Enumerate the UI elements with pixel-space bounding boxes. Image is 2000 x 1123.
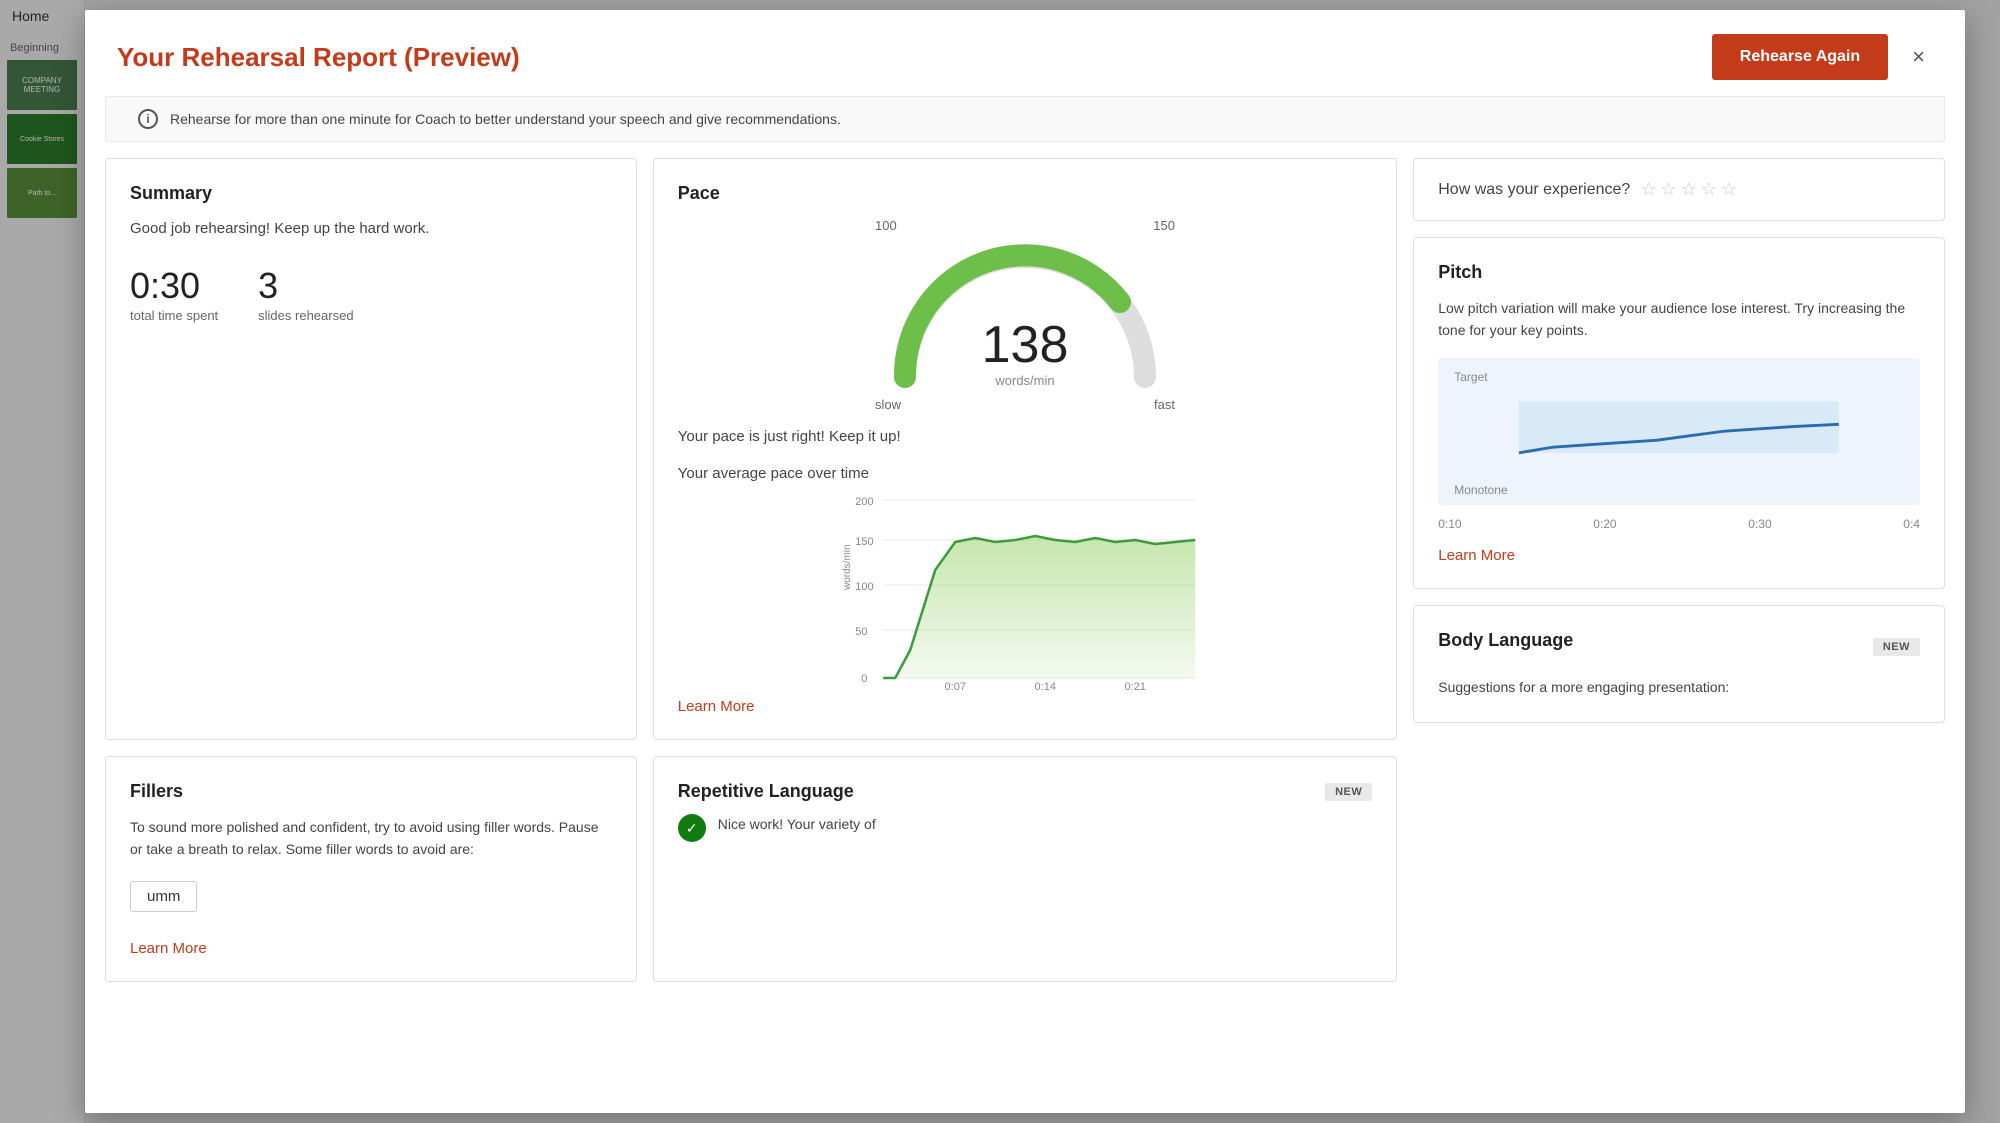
svg-text:words/min: words/min (842, 544, 853, 591)
bottom-row: Fillers To sound more polished and confi… (105, 756, 1945, 982)
repetitive-language-card: Repetitive Language NEW ✓ Nice work! You… (653, 756, 1397, 982)
modal-body[interactable]: Summary Good job rehearsing! Keep up the… (85, 158, 1965, 1113)
gauge-svg: 138 words/min (875, 237, 1175, 397)
slides-count-label: slides rehearsed (258, 308, 353, 323)
pitch-learn-more[interactable]: Learn More (1438, 547, 1920, 564)
gauge-150-label: 150 (1153, 218, 1175, 233)
svg-text:150: 150 (855, 536, 873, 548)
pace-learn-more[interactable]: Learn More (678, 698, 1372, 715)
pace-fast-label: fast (1154, 397, 1175, 412)
info-bar: i Rehearse for more than one minute for … (105, 96, 1945, 142)
pace-card: Pace 100 150 138 (653, 158, 1397, 740)
svg-text:0: 0 (861, 673, 867, 685)
body-language-title: Body Language (1438, 630, 1573, 651)
pitch-time-030: 0:30 (1748, 517, 1771, 531)
pitch-chart-container: Target Monotone (1438, 358, 1920, 505)
summary-card: Summary Good job rehearsing! Keep up the… (105, 158, 637, 740)
fillers-card: Fillers To sound more polished and confi… (105, 756, 637, 982)
check-icon: ✓ (678, 814, 706, 842)
gauge-100-label: 100 (875, 218, 897, 233)
pace-bottom-labels: slow fast (875, 397, 1175, 412)
gauge-wrap: 138 words/min (875, 237, 1175, 397)
right-col: How was your experience? ☆ ☆ ☆ ☆ ☆ Pitch… (1413, 158, 1945, 740)
svg-text:50: 50 (855, 626, 867, 638)
body-language-new-badge: NEW (1873, 638, 1920, 656)
experience-question: How was your experience? ☆ ☆ ☆ ☆ ☆ (1438, 179, 1920, 200)
pitch-time-020: 0:20 (1593, 517, 1616, 531)
pitch-target-label: Target (1454, 370, 1904, 384)
pitch-title: Pitch (1438, 262, 1920, 283)
svg-text:0:07: 0:07 (944, 681, 965, 690)
total-time-value: 0:30 (130, 265, 218, 307)
repetitive-content: ✓ Nice work! Your variety of (678, 814, 1372, 842)
pace-chart-svg: 200 150 100 50 0 words/min (678, 490, 1372, 690)
repetitive-title: Repetitive Language (678, 781, 854, 802)
rehearse-again-button[interactable]: Rehearse Again (1712, 34, 1888, 80)
svg-text:200: 200 (855, 496, 873, 508)
close-button[interactable]: × (1904, 40, 1933, 74)
summary-stats: 0:30 total time spent 3 slides rehearsed (130, 265, 612, 325)
svg-text:138: 138 (982, 316, 1069, 374)
fillers-title: Fillers (130, 781, 612, 802)
body-language-description: Suggestions for a more engaging presenta… (1438, 677, 1920, 698)
modal-header: Your Rehearsal Report (Preview) Rehearse… (85, 10, 1965, 96)
pitch-time-010: 0:10 (1438, 517, 1461, 531)
bottom-right-placeholder (1413, 756, 1945, 982)
svg-text:100: 100 (855, 581, 873, 593)
svg-text:0:14: 0:14 (1034, 681, 1055, 690)
star-rating[interactable]: ☆ ☆ ☆ ☆ ☆ (1640, 179, 1737, 200)
repetitive-header: Repetitive Language NEW (678, 781, 1372, 802)
cards-grid: Summary Good job rehearsing! Keep up the… (105, 158, 1945, 740)
modal-title: Your Rehearsal Report (Preview) (117, 42, 520, 73)
body-language-header: Body Language NEW (1438, 630, 1920, 665)
pitch-monotone-label: Monotone (1454, 483, 1904, 497)
summary-title: Summary (130, 183, 612, 204)
svg-text:words/min: words/min (994, 373, 1054, 388)
star-3[interactable]: ☆ (1681, 179, 1697, 200)
pitch-time-labels: 0:10 0:20 0:30 0:4 (1438, 517, 1920, 531)
pace-chart-area: 200 150 100 50 0 words/min (678, 490, 1372, 690)
star-1[interactable]: ☆ (1640, 179, 1656, 200)
total-time-stat: 0:30 total time spent (130, 265, 218, 325)
body-language-card: Body Language NEW Suggestions for a more… (1413, 605, 1945, 723)
star-5[interactable]: ☆ (1721, 179, 1737, 200)
fillers-description: To sound more polished and confident, tr… (130, 816, 612, 861)
gauge-top-labels: 100 150 (875, 218, 1175, 233)
experience-card: How was your experience? ☆ ☆ ☆ ☆ ☆ (1413, 158, 1945, 221)
pace-gauge-container: 100 150 138 words/min (678, 218, 1372, 412)
modal-header-actions: Rehearse Again × (1712, 34, 1933, 80)
pitch-description: Low pitch variation will make your audie… (1438, 297, 1920, 342)
pitch-time-04x: 0:4 (1903, 517, 1920, 531)
info-text: Rehearse for more than one minute for Co… (170, 111, 841, 127)
pitch-chart-svg (1454, 390, 1904, 470)
slides-count-value: 3 (258, 265, 353, 307)
repetitive-success-text: Nice work! Your variety of (718, 814, 876, 835)
fillers-learn-more[interactable]: Learn More (130, 940, 612, 957)
pace-message: Your pace is just right! Keep it up! (678, 428, 1372, 445)
pace-chart-title: Your average pace over time (678, 465, 1372, 482)
summary-message: Good job rehearsing! Keep up the hard wo… (130, 218, 612, 241)
experience-text: How was your experience? (1438, 181, 1630, 199)
pitch-card: Pitch Low pitch variation will make your… (1413, 237, 1945, 589)
info-icon: i (138, 109, 158, 129)
rehearsal-report-modal: Your Rehearsal Report (Preview) Rehearse… (85, 10, 1965, 1113)
star-2[interactable]: ☆ (1660, 179, 1676, 200)
pace-title: Pace (678, 183, 1372, 204)
star-4[interactable]: ☆ (1701, 179, 1717, 200)
total-time-label: total time spent (130, 308, 218, 323)
pace-slow-label: slow (875, 397, 901, 412)
repetitive-new-badge: NEW (1325, 783, 1372, 801)
slides-stat: 3 slides rehearsed (258, 265, 353, 325)
filler-word-tag: umm (130, 881, 197, 912)
svg-text:0:21: 0:21 (1124, 681, 1145, 690)
